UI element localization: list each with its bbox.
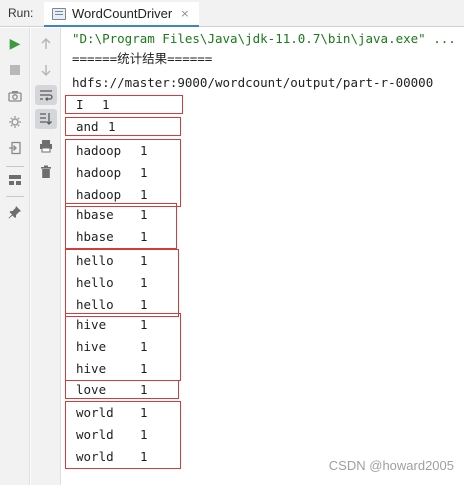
word-count-group: hadoop 1 hadoop 1 hadoop 1	[65, 139, 181, 207]
word-text: hive	[76, 361, 107, 376]
down-arrow-icon[interactable]	[35, 60, 57, 80]
console-icon	[52, 7, 66, 20]
rerun-icon[interactable]: ▶	[4, 34, 26, 54]
console-toolbar	[31, 28, 61, 485]
count-text: 1	[140, 207, 148, 222]
word-text: world	[76, 405, 114, 420]
word-text: hello	[76, 275, 114, 290]
count-text: 1	[140, 165, 148, 180]
word-text: world	[76, 427, 114, 442]
word-count-group: I1	[65, 95, 183, 114]
watermark: CSDN @howard2005	[328, 458, 454, 473]
count-text: 1	[108, 119, 116, 134]
run-toolbar: Run: WordCountDriver ×	[0, 0, 464, 27]
word-count-group: love 1	[65, 380, 179, 399]
word-text: and	[76, 119, 99, 134]
camera-icon[interactable]	[4, 86, 26, 106]
exit-icon[interactable]	[4, 138, 26, 158]
soft-wrap-icon[interactable]	[35, 85, 57, 105]
count-text: 1	[140, 405, 148, 420]
tab-wordcountdriver[interactable]: WordCountDriver ×	[44, 2, 199, 27]
console-output[interactable]: "D:\Program Files\Java\jdk-11.0.7\bin\ja…	[62, 28, 464, 485]
run-actions-toolbar: ▶	[0, 28, 30, 485]
count-text: 1	[140, 361, 148, 376]
close-icon[interactable]: ×	[180, 8, 189, 19]
count-text: 1	[140, 275, 148, 290]
count-text: 1	[140, 339, 148, 354]
word-text: love	[76, 382, 107, 397]
header-line: ======统计结果======	[72, 51, 213, 66]
print-icon[interactable]	[35, 136, 57, 156]
count-text: 1	[140, 427, 148, 442]
word-count-group: hello 1 hello 1 hello 1	[65, 249, 179, 317]
word-text: hello	[76, 253, 114, 268]
word-text: hadoop	[76, 143, 122, 158]
layout-icon[interactable]	[4, 170, 26, 190]
settings-icon[interactable]	[4, 112, 26, 132]
word-count-group: hbase 1 hbase 1	[65, 203, 177, 249]
tab-title: WordCountDriver	[72, 6, 173, 21]
pin-icon[interactable]	[4, 202, 26, 222]
word-text: hive	[76, 339, 107, 354]
word-text: I	[76, 97, 84, 112]
trash-icon[interactable]	[35, 162, 57, 182]
count-text: 1	[140, 143, 148, 158]
command-line: "D:\Program Files\Java\jdk-11.0.7\bin\ja…	[72, 31, 456, 46]
stop-icon[interactable]	[4, 60, 26, 80]
count-text: 1	[140, 449, 148, 464]
word-count-group: world 1 world 1 world 1	[65, 401, 181, 469]
up-arrow-icon[interactable]	[35, 34, 57, 54]
count-text: 1	[102, 97, 110, 112]
word-count-group: hive 1 hive 1 hive 1	[65, 313, 181, 381]
count-text: 1	[140, 229, 148, 244]
output-path-line: hdfs://master:9000/wordcount/output/part…	[72, 75, 434, 90]
word-text: hbase	[76, 207, 114, 222]
count-text: 1	[140, 253, 148, 268]
run-label: Run:	[8, 6, 34, 20]
word-text: hbase	[76, 229, 114, 244]
count-text: 1	[140, 382, 148, 397]
scroll-to-end-icon[interactable]	[35, 109, 57, 129]
word-text: hadoop	[76, 165, 122, 180]
word-count-group: and 1	[65, 117, 181, 136]
word-text: hive	[76, 317, 107, 332]
count-text: 1	[140, 317, 148, 332]
word-text: world	[76, 449, 114, 464]
